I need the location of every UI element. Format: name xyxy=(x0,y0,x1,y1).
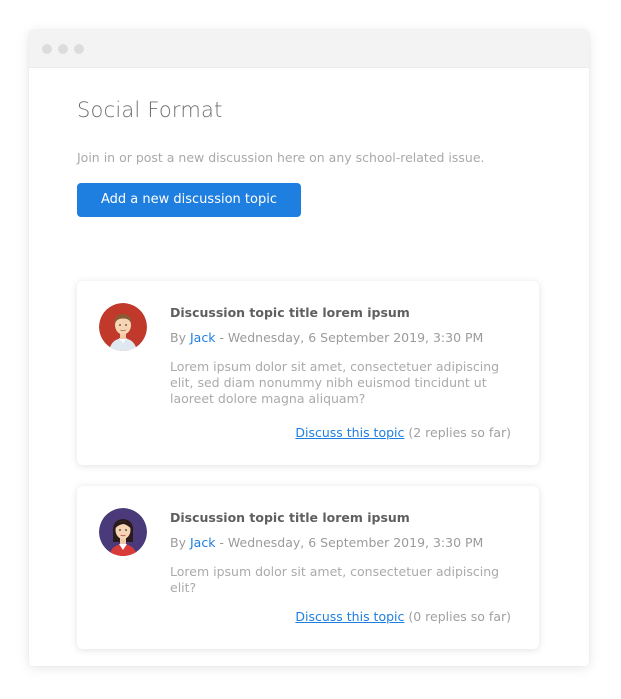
topic-date: - Wednesday, 6 September 2019, 3:30 PM xyxy=(219,330,484,345)
window-dot-icon xyxy=(42,43,52,54)
browser-window: Social Format Join in or post a new disc… xyxy=(29,30,589,666)
reply-count: (0 replies so far) xyxy=(408,609,511,624)
author-link[interactable]: Jack xyxy=(190,330,215,345)
topic-date: - Wednesday, 6 September 2019, 3:30 PM xyxy=(219,535,484,550)
topic-excerpt: Lorem ipsum dolor sit amet, consectetuer… xyxy=(170,359,500,406)
window-dot-icon xyxy=(74,43,84,54)
topic-meta: By Jack - Wednesday, 6 September 2019, 3… xyxy=(170,330,513,345)
discuss-topic-link[interactable]: Discuss this topic xyxy=(295,425,404,440)
male-avatar-icon xyxy=(99,303,147,351)
topic-title: Discussion topic title lorem ipsum xyxy=(170,305,410,320)
by-label: By xyxy=(170,330,186,345)
add-discussion-button[interactable]: Add a new discussion topic xyxy=(77,183,301,217)
female-avatar-icon xyxy=(99,508,147,556)
discussion-card: Discussion topic title lorem ipsum By Ja… xyxy=(77,486,539,649)
page-intro: Join in or post a new discussion here on… xyxy=(77,150,485,165)
window-dot-icon xyxy=(58,43,68,54)
discuss-row: Discuss this topic (2 replies so far) xyxy=(295,425,511,440)
card-body: Discussion topic title lorem ipsum By Ja… xyxy=(170,510,513,596)
main-content: Social Format Join in or post a new disc… xyxy=(77,98,542,649)
window-titlebar xyxy=(29,30,589,68)
author-link[interactable]: Jack xyxy=(190,535,215,550)
page-title: Social Format xyxy=(77,98,223,122)
discussion-card: Discussion topic title lorem ipsum By Ja… xyxy=(77,281,539,465)
by-label: By xyxy=(170,535,186,550)
card-body: Discussion topic title lorem ipsum By Ja… xyxy=(170,305,513,407)
topic-excerpt: Lorem ipsum dolor sit amet, consectetuer… xyxy=(170,564,500,595)
reply-count: (2 replies so far) xyxy=(408,425,511,440)
discuss-row: Discuss this topic (0 replies so far) xyxy=(295,609,511,624)
topic-title: Discussion topic title lorem ipsum xyxy=(170,510,410,525)
topic-meta: By Jack - Wednesday, 6 September 2019, 3… xyxy=(170,535,513,550)
discuss-topic-link[interactable]: Discuss this topic xyxy=(295,609,404,624)
